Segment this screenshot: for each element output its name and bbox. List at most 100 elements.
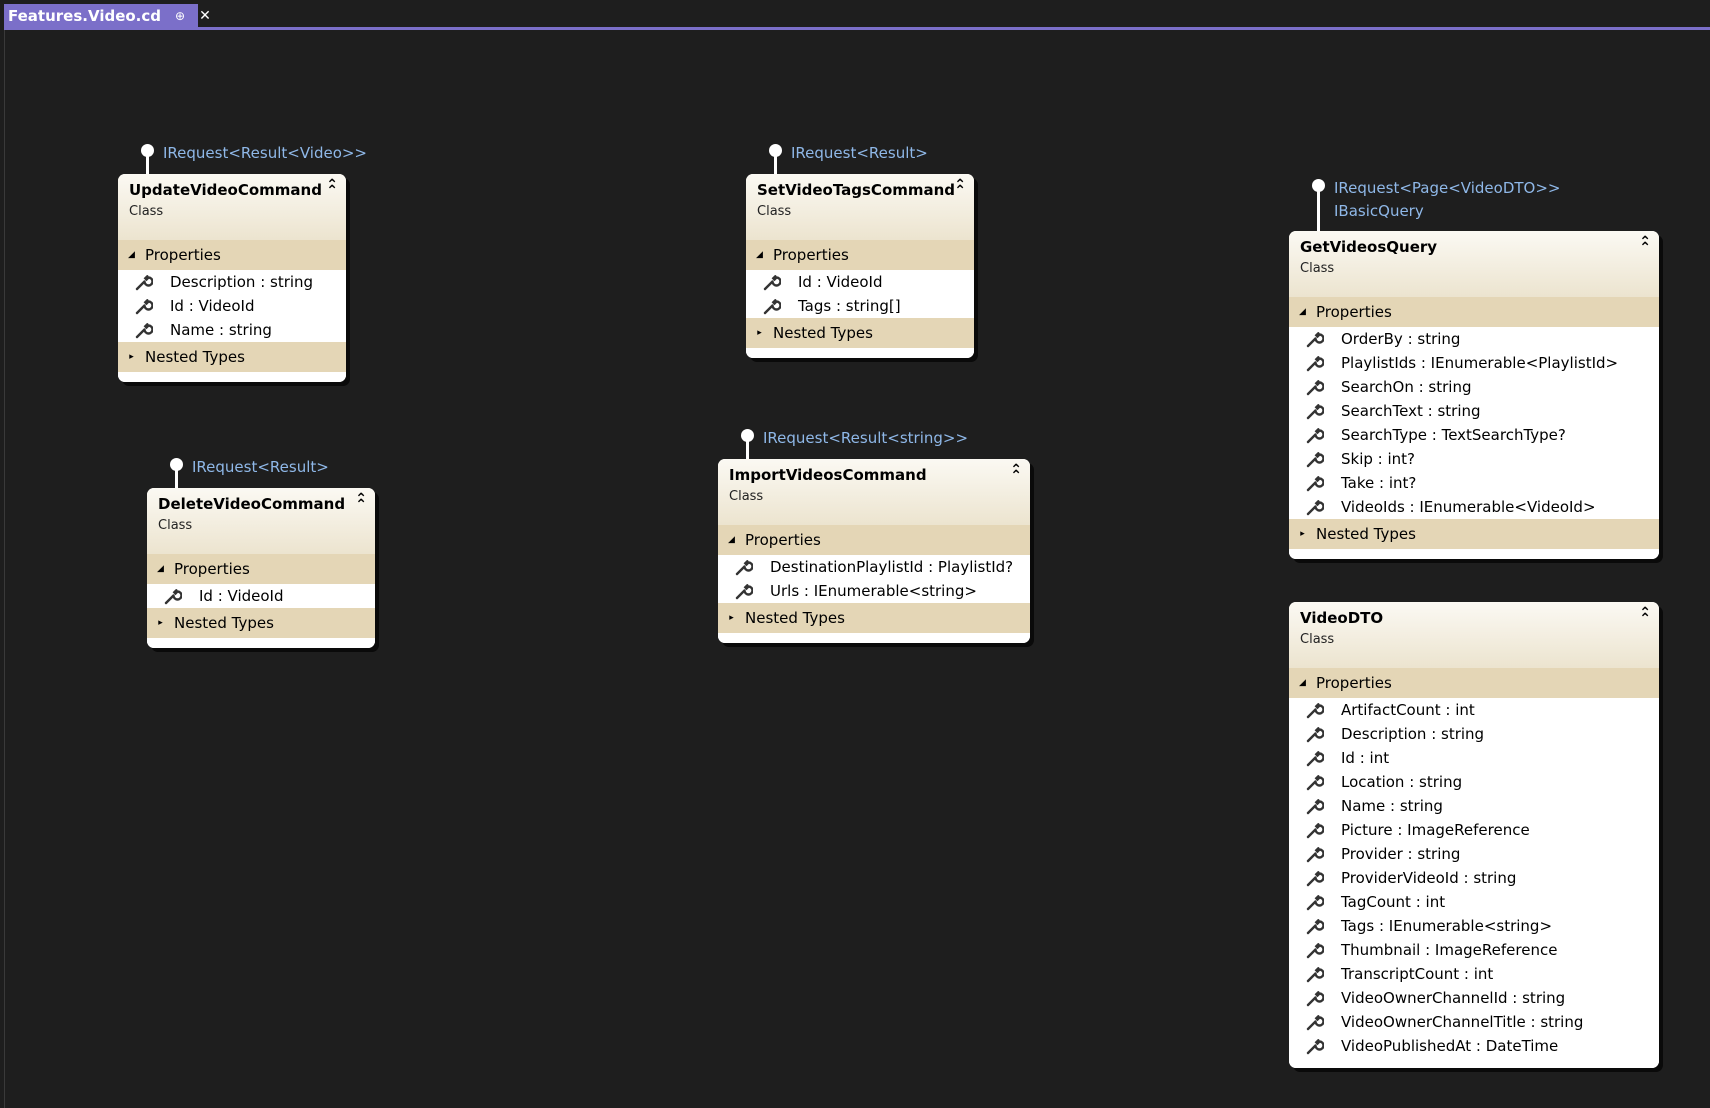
property-row[interactable]: Skip : int? (1289, 447, 1659, 471)
property-row[interactable]: Id : int (1289, 746, 1659, 770)
double-chevron-up-icon[interactable]: ⌃ ⌃ (954, 178, 966, 198)
property-row[interactable]: Name : string (1289, 794, 1659, 818)
wrench-icon (147, 584, 199, 608)
wrench-icon (1289, 770, 1341, 794)
property-row[interactable]: VideoIds : IEnumerable<VideoId> (1289, 495, 1659, 519)
interface-label[interactable]: IBasicQuery (1334, 200, 1561, 223)
interface-lollipop-stem (774, 156, 777, 174)
property-row[interactable]: Id : VideoId (118, 294, 346, 318)
class-header[interactable]: SetVideoTagsCommand Class ⌃ ⌃ (746, 174, 974, 240)
properties-compartment[interactable]: ◢ Properties (746, 240, 974, 270)
property-row[interactable]: Location : string (1289, 770, 1659, 794)
class-header[interactable]: DeleteVideoCommand Class ⌃ ⌃ (147, 488, 375, 554)
triangle-down-icon[interactable]: ◢ (147, 564, 174, 574)
class-shape-settags[interactable]: SetVideoTagsCommand Class ⌃ ⌃ ◢ Properties Id … (746, 174, 974, 358)
class-kind: Class (729, 489, 764, 504)
triangle-down-icon[interactable]: ◢ (718, 535, 745, 545)
class-shape-import[interactable]: ImportVideosCommand Class ⌃ ⌃ ◢ Properties Des… (718, 459, 1030, 643)
class-header[interactable]: VideoDTO Class ⌃ ⌃ (1289, 602, 1659, 668)
interface-lollipop-stem (1317, 191, 1320, 231)
property-row[interactable]: ProviderVideoId : string (1289, 866, 1659, 890)
property-text: VideoOwnerChannelId : string (1341, 989, 1566, 1007)
property-row[interactable]: Description : string (1289, 722, 1659, 746)
property-row[interactable]: Id : VideoId (147, 584, 375, 608)
class-shape-delete[interactable]: DeleteVideoCommand Class ⌃ ⌃ ◢ Properties Id :… (147, 488, 375, 648)
nested-types-compartment[interactable]: ▸ Nested Types (718, 603, 1030, 633)
triangle-right-icon[interactable]: ▸ (147, 618, 174, 628)
properties-compartment[interactable]: ◢ Properties (718, 525, 1030, 555)
class-kind: Class (129, 204, 164, 219)
property-text: DestinationPlaylistId : PlaylistId? (770, 558, 1014, 576)
property-row[interactable]: ArtifactCount : int (1289, 698, 1659, 722)
property-row[interactable]: TranscriptCount : int (1289, 962, 1659, 986)
property-row[interactable]: PlaylistIds : IEnumerable<PlaylistId> (1289, 351, 1659, 375)
triangle-right-icon[interactable]: ▸ (718, 613, 745, 623)
property-row[interactable]: VideoOwnerChannelId : string (1289, 986, 1659, 1010)
interface-label[interactable]: IRequest<Page<VideoDTO>> (1334, 177, 1561, 200)
class-kind: Class (757, 204, 792, 219)
class-header[interactable]: ImportVideosCommand Class ⌃ ⌃ (718, 459, 1030, 525)
triangle-down-icon[interactable]: ◢ (1289, 307, 1316, 317)
property-row[interactable]: Take : int? (1289, 471, 1659, 495)
property-row[interactable]: TagCount : int (1289, 890, 1659, 914)
class-footer (118, 372, 346, 382)
nested-types-compartment[interactable]: ▸ Nested Types (746, 318, 974, 348)
property-row[interactable]: Picture : ImageReference (1289, 818, 1659, 842)
property-row[interactable]: SearchType : TextSearchType? (1289, 423, 1659, 447)
nested-types-compartment[interactable]: ▸ Nested Types (118, 342, 346, 372)
pin-icon[interactable]: ⊕ (175, 9, 185, 23)
class-header[interactable]: UpdateVideoCommand Class ⌃ ⌃ (118, 174, 346, 240)
properties-compartment[interactable]: ◢ Properties (147, 554, 375, 584)
interface-label[interactable]: IRequest<Result> (192, 456, 329, 479)
document-tab[interactable]: Features.Video.cd ⊕ ✕ (4, 4, 211, 28)
double-chevron-up-icon[interactable]: ⌃ ⌃ (1639, 235, 1651, 255)
class-shape-update[interactable]: UpdateVideoCommand Class ⌃ ⌃ ◢ Properties Desc… (118, 174, 346, 382)
property-row[interactable]: Name : string (118, 318, 346, 342)
class-footer (147, 638, 375, 648)
triangle-right-icon[interactable]: ▸ (746, 328, 773, 338)
property-row[interactable]: SearchOn : string (1289, 375, 1659, 399)
wrench-icon (1289, 471, 1341, 495)
double-chevron-up-icon[interactable]: ⌃ ⌃ (326, 178, 338, 198)
property-text: Location : string (1341, 773, 1463, 791)
class-shape-getvideos[interactable]: GetVideosQuery Class ⌃ ⌃ ◢ Properties OrderBy … (1289, 231, 1659, 559)
class-header[interactable]: GetVideosQuery Class ⌃ ⌃ (1289, 231, 1659, 297)
nested-types-label: Nested Types (174, 614, 274, 632)
nested-types-compartment[interactable]: ▸ Nested Types (1289, 519, 1659, 549)
interface-label[interactable]: IRequest<Result<string>> (763, 427, 968, 450)
property-row[interactable]: Tags : string[] (746, 294, 974, 318)
close-icon[interactable]: ✕ (199, 8, 211, 24)
triangle-down-icon[interactable]: ◢ (118, 250, 145, 260)
property-row[interactable]: Id : VideoId (746, 270, 974, 294)
nested-types-label: Nested Types (745, 609, 845, 627)
wrench-icon (1289, 1010, 1341, 1034)
triangle-down-icon[interactable]: ◢ (746, 250, 773, 260)
property-row[interactable]: Provider : string (1289, 842, 1659, 866)
double-chevron-up-icon[interactable]: ⌃ ⌃ (1010, 463, 1022, 483)
property-row[interactable]: OrderBy : string (1289, 327, 1659, 351)
property-row[interactable]: Tags : IEnumerable<string> (1289, 914, 1659, 938)
property-text: Picture : ImageReference (1341, 821, 1530, 839)
property-text: Name : string (1341, 797, 1443, 815)
property-row[interactable]: VideoOwnerChannelTitle : string (1289, 1010, 1659, 1034)
property-row[interactable]: Description : string (118, 270, 346, 294)
triangle-right-icon[interactable]: ▸ (118, 352, 145, 362)
nested-types-compartment[interactable]: ▸ Nested Types (147, 608, 375, 638)
properties-compartment[interactable]: ◢ Properties (1289, 297, 1659, 327)
class-shape-dto[interactable]: VideoDTO Class ⌃ ⌃ ◢ Properties ArtifactCount … (1289, 602, 1659, 1068)
property-row[interactable]: VideoPublishedAt : DateTime (1289, 1034, 1659, 1058)
property-row[interactable]: DestinationPlaylistId : PlaylistId? (718, 555, 1030, 579)
double-chevron-up-icon[interactable]: ⌃ ⌃ (355, 492, 367, 512)
triangle-right-icon[interactable]: ▸ (1289, 529, 1316, 539)
interface-label[interactable]: IRequest<Result<Video>> (163, 142, 367, 165)
property-row[interactable]: Thumbnail : ImageReference (1289, 938, 1659, 962)
properties-compartment[interactable]: ◢ Properties (118, 240, 346, 270)
double-chevron-up-icon[interactable]: ⌃ ⌃ (1639, 606, 1651, 626)
wrench-icon (1289, 399, 1341, 423)
triangle-down-icon[interactable]: ◢ (1289, 678, 1316, 688)
interface-label[interactable]: IRequest<Result> (791, 142, 928, 165)
property-row[interactable]: SearchText : string (1289, 399, 1659, 423)
property-row[interactable]: Urls : IEnumerable<string> (718, 579, 1030, 603)
properties-compartment[interactable]: ◢ Properties (1289, 668, 1659, 698)
nested-types-label: Nested Types (1316, 525, 1416, 543)
